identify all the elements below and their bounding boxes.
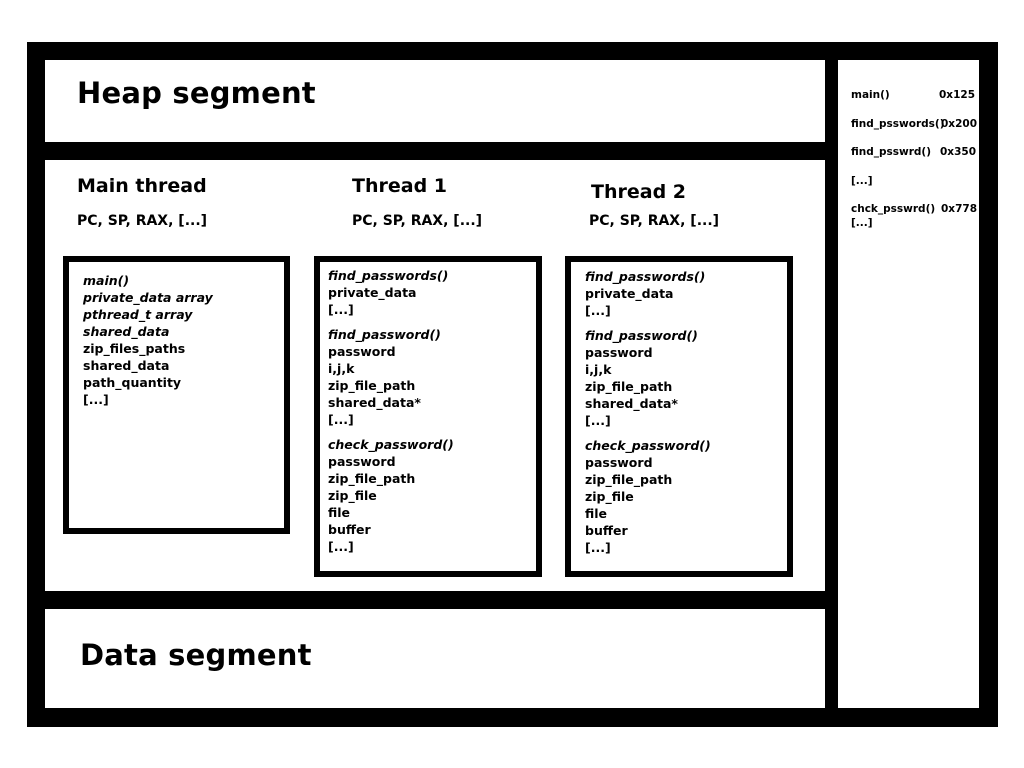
stack-var: path_quantity <box>83 375 182 390</box>
stack-var: password <box>585 455 653 470</box>
stack-var: i,j,k <box>328 361 355 376</box>
symbol-name: [...] <box>851 175 873 187</box>
stack-var: [...] <box>83 392 109 407</box>
stack-var: i,j,k <box>585 362 612 377</box>
main-thread-stack-list: main() private_data array pthread_t arra… <box>83 272 213 408</box>
stack-var: pthread_t array <box>83 307 193 322</box>
stack-var: [...] <box>328 539 354 554</box>
stack-var: password <box>585 345 653 360</box>
frame-name: find_password() <box>328 327 441 342</box>
main-thread-registers: PC, SP, RAX, [...] <box>77 213 208 229</box>
stack-var: shared_data* <box>328 395 421 410</box>
frame-name: check_password() <box>585 438 711 453</box>
symbol-name: chck_psswrd() <box>851 203 936 215</box>
thread-1-title: Thread 1 <box>352 175 447 197</box>
thread-2-registers: PC, SP, RAX, [...] <box>589 213 720 229</box>
main-thread-title: Main thread <box>77 175 207 197</box>
stack-var: zip_file <box>328 488 377 503</box>
stack-var: [...] <box>328 302 354 317</box>
stack-var: private_data array <box>83 290 213 305</box>
stack-var: zip_file <box>585 489 634 504</box>
stack-var: main() <box>83 273 130 288</box>
stack-var: password <box>328 344 396 359</box>
stack-var: zip_files_paths <box>83 341 186 356</box>
thread-2-stack-list: find_passwords() private_data [...] find… <box>585 268 711 556</box>
symbol-address: 0x200 <box>941 118 977 130</box>
stack-var: buffer <box>585 523 628 538</box>
symbol-address: 0x125 <box>939 89 975 101</box>
symbol-name: main() <box>851 89 890 101</box>
frame-name: find_passwords() <box>585 269 706 284</box>
symbol-name: find_psswrd() <box>851 146 932 158</box>
frame-name: find_password() <box>585 328 698 343</box>
stack-var: zip_file_path <box>585 472 673 487</box>
stack-var: [...] <box>585 303 611 318</box>
stack-var: zip_file_path <box>328 471 416 486</box>
thread-1-stack-list: find_passwords() private_data [...] find… <box>328 267 454 555</box>
stack-var: file <box>585 506 608 521</box>
stack-var: zip_file_path <box>328 378 416 393</box>
symbol-address: 0x778 <box>941 203 977 215</box>
frame-name: check_password() <box>328 437 454 452</box>
stack-var: [...] <box>328 412 354 427</box>
heap-segment-title: Heap segment <box>77 76 316 110</box>
stack-var: shared_data* <box>585 396 678 411</box>
stack-var: shared_data <box>83 324 170 339</box>
stack-var: [...] <box>585 540 611 555</box>
stack-var: zip_file_path <box>585 379 673 394</box>
stack-var: [...] <box>585 413 611 428</box>
thread-1-registers: PC, SP, RAX, [...] <box>352 213 483 229</box>
symbol-address: 0x350 <box>940 146 976 158</box>
stack-var: private_data <box>585 286 674 301</box>
symbol-name: find_psswords() <box>851 118 945 130</box>
stack-var: password <box>328 454 396 469</box>
stack-var: private_data <box>328 285 417 300</box>
stack-var: shared_data <box>83 358 170 373</box>
stack-var: buffer <box>328 522 371 537</box>
thread-2-title: Thread 2 <box>591 181 686 203</box>
frame-name: find_passwords() <box>328 268 449 283</box>
data-segment-title: Data segment <box>80 638 312 672</box>
stack-var: file <box>328 505 351 520</box>
symbol-name: [...] <box>851 217 873 229</box>
